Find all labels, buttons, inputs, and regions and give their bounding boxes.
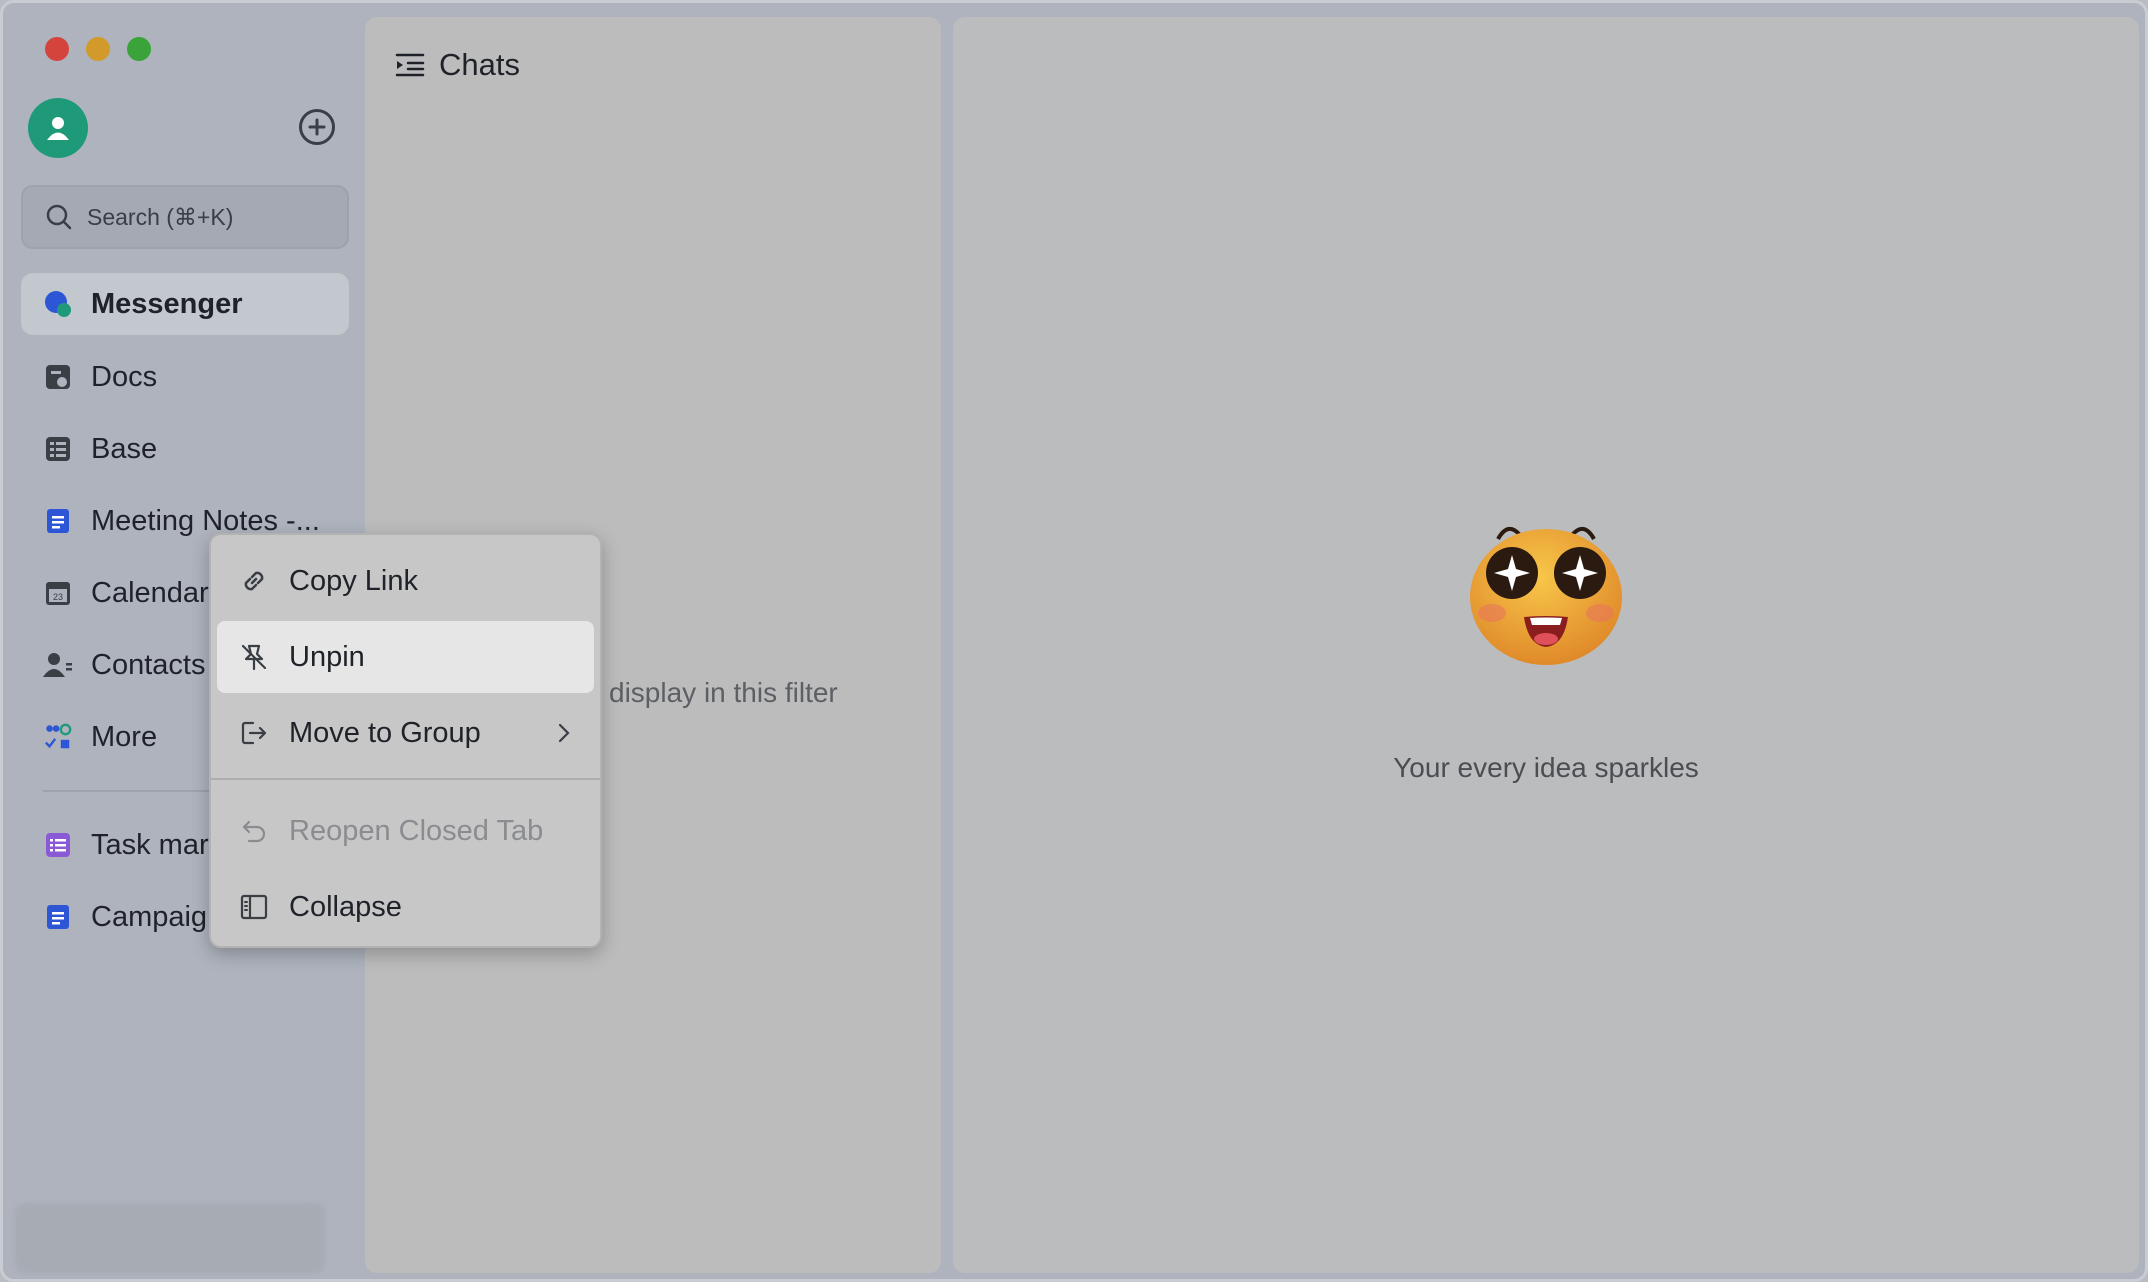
sidebar-item-label: Docs [91,360,158,393]
menu-divider [211,778,600,780]
sidebar-item-base[interactable]: Base [21,418,349,480]
plus-icon [308,118,326,136]
sidebar-item-label: Contacts [91,648,206,681]
unpin-icon [241,644,267,671]
move-icon [241,721,267,745]
search-input[interactable]: Search (⌘+K) [21,185,349,249]
move-to-group-menu-item[interactable]: Move to Group [217,697,594,769]
docs-icon [43,362,73,392]
undo-icon [242,820,266,843]
sidebar-item-messenger[interactable]: Messenger [21,273,349,335]
copy-link-menu-item[interactable]: Copy Link [217,545,594,617]
sidebar-item-docs[interactable]: Docs [21,346,349,408]
base-icon [43,434,73,464]
user-icon [47,117,69,140]
menu-item-label: Unpin [289,640,365,673]
sidebar-item-label: More [91,720,158,753]
task-icon [43,830,73,860]
avatar[interactable] [28,98,88,158]
link-icon [244,571,264,591]
sidebar-item-label: Task mar [91,828,209,861]
messenger-icon [43,289,73,319]
app-window: Search (⌘+K) Messenger Docs Base Meeting… [0,0,2148,1282]
menu-item-label: Collapse [289,890,402,923]
minimize-window-button[interactable] [86,37,110,61]
menu-item-label: Reopen Closed Tab [289,814,544,847]
chats-title: Chats [439,47,520,82]
close-window-button[interactable] [45,37,69,61]
menu-item-label: Copy Link [289,564,418,597]
sparkle-eyes-emoji-icon [1470,527,1622,665]
maximize-window-button[interactable] [127,37,151,61]
contacts-icon [43,650,73,680]
doc-blue-icon [43,506,73,536]
collapse-icon [240,894,268,920]
collapse-menu-item[interactable]: Collapse [217,871,594,943]
sidebar-item-label: Base [91,432,158,465]
add-button[interactable] [299,109,335,145]
calendar-icon: 23 [43,578,73,608]
list-collapse-icon[interactable] [395,52,425,78]
chats-empty-text: display in this filter [609,677,838,708]
chats-header: Chats [395,47,520,83]
sidebar-item-label: Messenger [91,287,243,320]
user-footer-blurred [15,1203,325,1273]
context-menu: Copy Link Unpin Move to Group Reopen Clo… [209,533,602,948]
chevron-right-icon [558,723,570,743]
unpin-menu-item[interactable]: Unpin [217,621,594,693]
sidebar-item-label: Calendar [91,576,209,609]
main-panel: Your every idea sparkles [953,17,2139,1273]
reopen-closed-tab-menu-item[interactable]: Reopen Closed Tab [217,795,594,867]
doc-blue-icon [43,902,73,932]
apps-icon [43,722,73,752]
svg-text:23: 23 [53,592,63,602]
sidebar-item-label: Campaig [91,900,208,933]
search-icon [46,204,72,230]
menu-item-label: Move to Group [289,716,481,749]
search-placeholder: Search (⌘+K) [87,203,234,230]
tagline: Your every idea sparkles [1393,752,1699,783]
